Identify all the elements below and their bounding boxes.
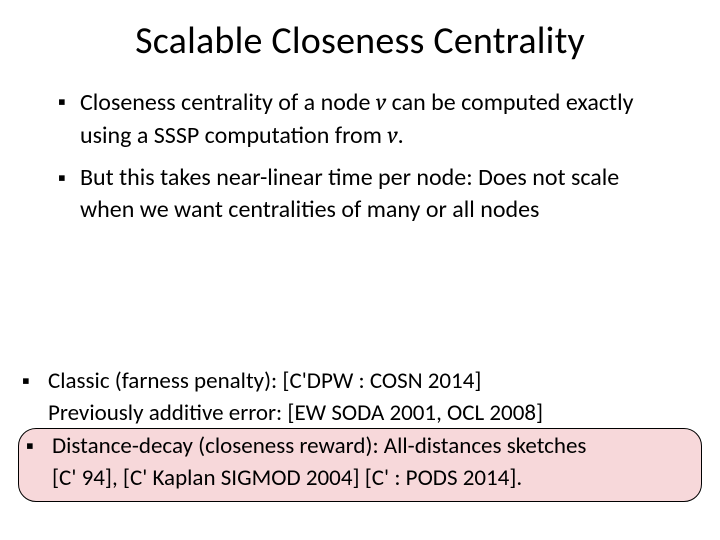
bullet-marker-icon: ▪ bbox=[58, 162, 80, 194]
sub-line-citations: [C' 94], [C' Kaplan SIGMOD 2004] [C' : P… bbox=[52, 463, 694, 493]
bottom-bullets: ▪ Classic (farness penalty): [C'DPW : CO… bbox=[22, 366, 698, 498]
bullet-classic-farness: ▪ Classic (farness penalty): [C'DPW : CO… bbox=[22, 366, 698, 396]
highlight-content: ▪ Distance-decay (closeness reward): All… bbox=[22, 430, 698, 498]
sub-line-additive-error: Previously additive error: [EW SODA 2001… bbox=[48, 398, 698, 428]
text-frag: . bbox=[398, 121, 404, 150]
highlight-box-wrap: ▪ Distance-decay (closeness reward): All… bbox=[22, 430, 698, 498]
bullet-marker-icon: ▪ bbox=[26, 431, 52, 461]
text-frag: Closeness centrality of a node bbox=[80, 88, 376, 117]
bullet-text: But this takes near-linear time per node… bbox=[80, 162, 670, 226]
math-var-v: v bbox=[387, 121, 397, 149]
slide-title: Scalable Closeness Centrality bbox=[46, 18, 674, 64]
bullet-text: Closeness centrality of a node v can be … bbox=[80, 86, 670, 152]
bullet-distance-decay: ▪ Distance-decay (closeness reward): All… bbox=[26, 431, 694, 461]
bullet-marker-icon: ▪ bbox=[58, 86, 80, 118]
bullet-text: Distance-decay (closeness reward): All-d… bbox=[52, 431, 586, 461]
math-var-v: v bbox=[376, 88, 386, 116]
top-bullets: ▪ Closeness centrality of a node v can b… bbox=[46, 86, 674, 226]
bullet-closeness-def: ▪ Closeness centrality of a node v can b… bbox=[58, 86, 670, 152]
bullet-scaling-issue: ▪ But this takes near-linear time per no… bbox=[58, 162, 670, 226]
bullet-marker-icon: ▪ bbox=[22, 366, 48, 396]
bullet-text: Classic (farness penalty): [C'DPW : COSN… bbox=[48, 366, 481, 396]
